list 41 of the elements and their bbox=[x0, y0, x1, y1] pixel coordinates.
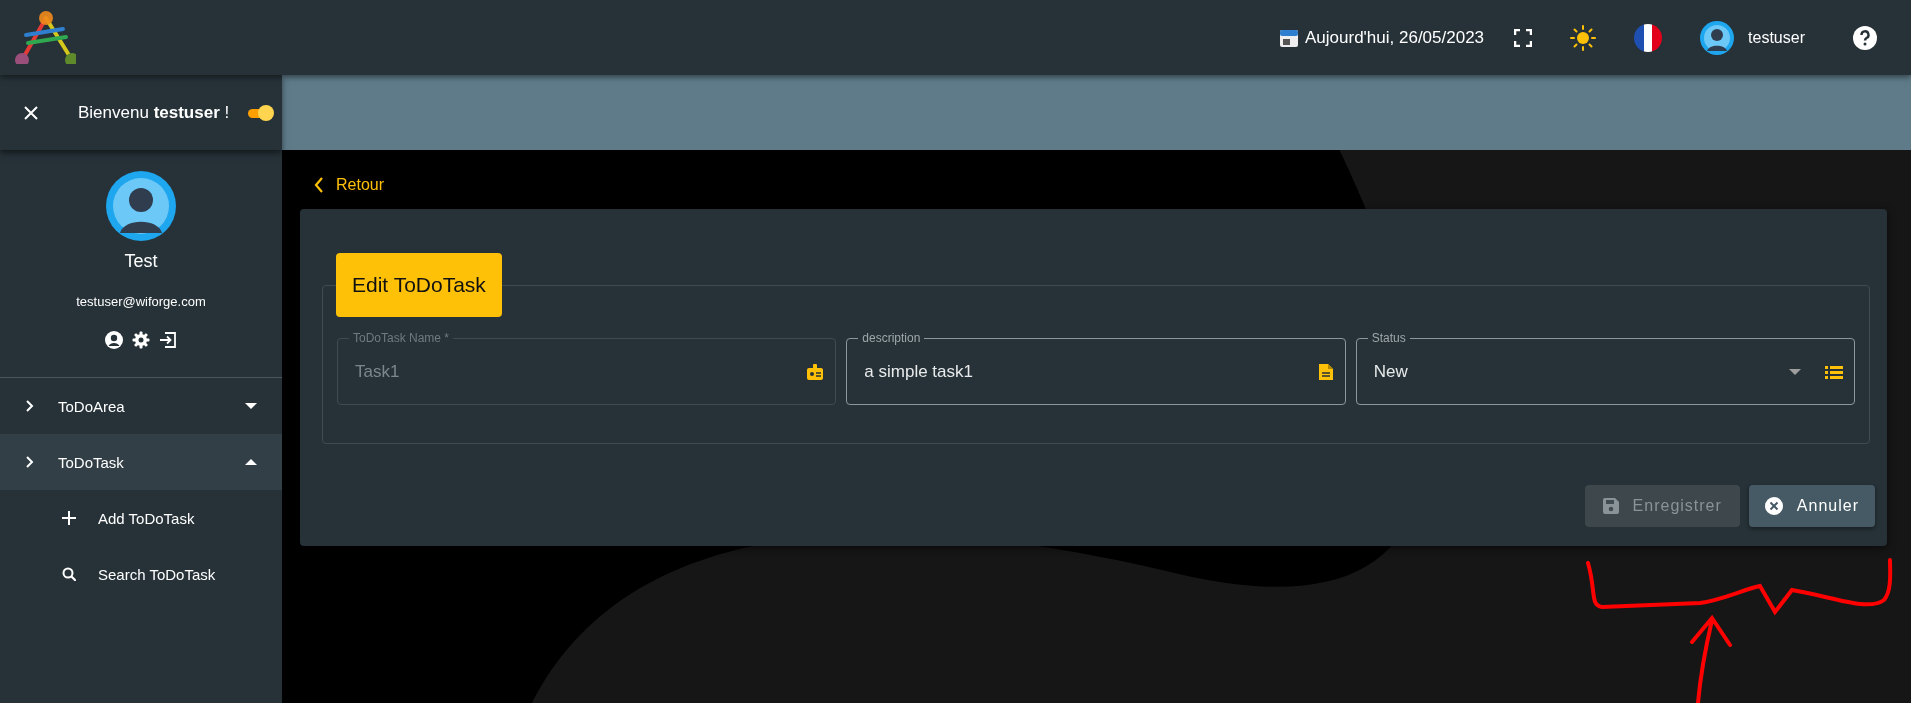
search-icon bbox=[62, 567, 76, 581]
select-field[interactable]: Status New bbox=[1355, 331, 1855, 405]
fullscreen-icon[interactable] bbox=[1514, 28, 1533, 47]
field-label: Status bbox=[1367, 331, 1410, 345]
profile-email: testuser@wiforge.com bbox=[76, 294, 206, 309]
settings-icon[interactable] bbox=[132, 331, 150, 349]
dropdown-caret-icon bbox=[1789, 369, 1801, 375]
chevron-icon bbox=[25, 400, 34, 412]
sun-icon[interactable] bbox=[1570, 24, 1597, 51]
plus-icon bbox=[62, 511, 76, 525]
date-text: Aujourd'hui, 26/05/2023 bbox=[1305, 27, 1485, 48]
close-circle-icon bbox=[1764, 497, 1783, 515]
document-icon bbox=[1317, 363, 1334, 381]
avatar-icon bbox=[106, 171, 176, 241]
chevron-icon bbox=[314, 177, 324, 193]
form-title: Edit ToDoTask bbox=[336, 253, 502, 317]
menu-item[interactable]: ToDoTask bbox=[0, 434, 282, 490]
input-field[interactable]: description a simple task1 bbox=[846, 331, 1346, 405]
input-field: ToDoTask Name * Task1 bbox=[337, 331, 837, 405]
menu-item[interactable]: Search ToDoTask bbox=[0, 546, 282, 602]
field-label: description bbox=[858, 331, 925, 345]
back-link[interactable]: Retour bbox=[314, 176, 385, 194]
menu-item[interactable]: ToDoArea bbox=[0, 378, 282, 434]
calendar-icon bbox=[1279, 27, 1299, 48]
field-label: ToDoTask Name * bbox=[349, 331, 454, 345]
id-card-icon bbox=[806, 363, 825, 381]
flag-icon[interactable] bbox=[1634, 23, 1663, 52]
profile-name: Test bbox=[124, 251, 158, 272]
chevron-icon bbox=[25, 456, 34, 468]
close-icon[interactable] bbox=[24, 105, 38, 120]
welcome-text: Bienvenu testuser ! bbox=[78, 102, 231, 123]
avatar-icon[interactable] bbox=[1700, 20, 1735, 55]
cancel-button[interactable]: Annuler bbox=[1748, 485, 1875, 527]
help-icon[interactable] bbox=[1853, 25, 1877, 50]
list-icon bbox=[1825, 364, 1843, 380]
logout-icon[interactable] bbox=[159, 331, 177, 349]
save-icon bbox=[1602, 498, 1619, 514]
menu-item[interactable]: Add ToDoTask bbox=[0, 490, 282, 546]
account-icon[interactable] bbox=[105, 331, 123, 349]
toggle-switch[interactable] bbox=[248, 104, 274, 121]
username-text[interactable]: testuser bbox=[1748, 28, 1805, 47]
